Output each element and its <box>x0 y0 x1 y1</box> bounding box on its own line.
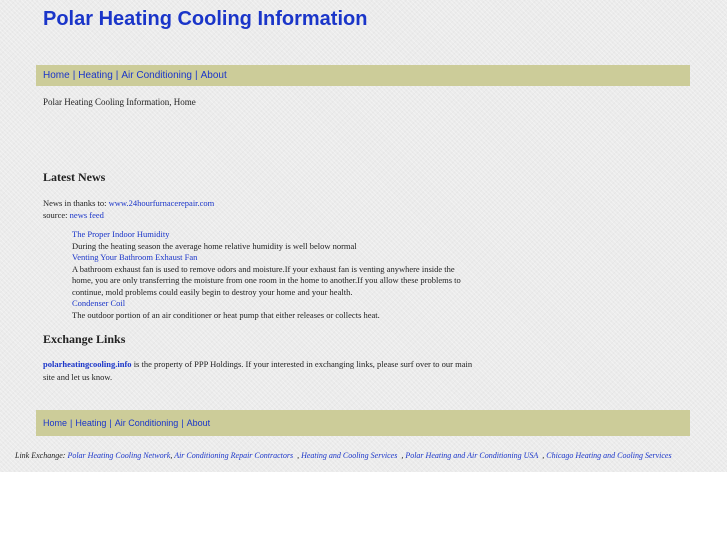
list-item: The Proper Indoor Humidity During the he… <box>72 229 472 252</box>
link-exchange-separator: , <box>293 451 302 460</box>
link-exchange-item[interactable]: Air Conditioning Repair Contractors <box>174 451 293 460</box>
news-credit: News in thanks to: www.24hourfurnacerepa… <box>43 197 214 221</box>
nav-separator: | <box>109 418 112 428</box>
page-content: Polar Heating Cooling Information Home | H… <box>0 0 727 472</box>
exchange-links-heading: Exchange Links <box>43 332 126 346</box>
bottom-nav: Home | Heating | Air Conditioning | About <box>36 410 690 436</box>
footer-nav-air-conditioning-link[interactable]: Air Conditioning <box>115 418 179 428</box>
exchange-text: polarheatingcooling.info is the property… <box>43 358 473 383</box>
nav-separator: | <box>181 418 184 428</box>
link-exchange-item[interactable]: Polar Heating and Air Conditioning USA <box>405 451 538 460</box>
latest-news-heading: Latest News <box>43 170 106 184</box>
footer-nav-home-link[interactable]: Home <box>43 418 67 428</box>
nav-separator: | <box>72 70 76 81</box>
nav-about-link[interactable]: About <box>201 70 227 81</box>
news-feed-link[interactable]: news feed <box>70 210 104 220</box>
domain-link[interactable]: polarheatingcooling.info <box>43 359 132 369</box>
nav-separator: | <box>70 418 73 428</box>
credit-prefix: News in thanks to: <box>43 198 107 208</box>
breadcrumb: Polar Heating Cooling Information, Home <box>43 97 196 107</box>
list-item: Venting Your Bathroom Exhaust Fan A bath… <box>72 252 472 298</box>
nav-air-conditioning-link[interactable]: Air Conditioning <box>121 70 192 81</box>
footer-nav-about-link[interactable]: About <box>187 418 211 428</box>
site-title[interactable]: Polar Heating Cooling Information <box>43 8 367 31</box>
nav-separator: | <box>194 70 198 81</box>
list-item: Condenser Coil The outdoor portion of an… <box>72 298 472 321</box>
link-exchange-item[interactable]: Heating and Cooling Services <box>301 451 397 460</box>
credit-link[interactable]: www.24hourfurnacerepair.com <box>109 198 215 208</box>
news-item-description: During the heating season the average ho… <box>72 240 357 251</box>
footer-nav-heating-link[interactable]: Heating <box>75 418 106 428</box>
nav-heating-link[interactable]: Heating <box>78 70 112 81</box>
news-item-title-link[interactable]: The Proper Indoor Humidity <box>72 229 472 241</box>
nav-separator: | <box>115 70 119 81</box>
news-item-title-link[interactable]: Venting Your Bathroom Exhaust Fan <box>72 252 472 264</box>
link-exchange: Link Exchange: Polar Heating Cooling Net… <box>15 451 672 460</box>
nav-home-link[interactable]: Home <box>43 70 70 81</box>
news-item-title-link[interactable]: Condenser Coil <box>72 298 472 310</box>
link-exchange-label: Link Exchange: <box>15 451 66 460</box>
top-nav: Home | Heating | Air Conditioning | About <box>36 65 690 86</box>
link-exchange-item[interactable]: Polar Heating Cooling Network <box>67 451 170 460</box>
news-item-description: The outdoor portion of an air conditione… <box>72 309 380 320</box>
news-item-description: A bathroom exhaust fan is used to remove… <box>72 263 461 297</box>
link-exchange-item[interactable]: Chicago Heating and Cooling Services <box>546 451 671 460</box>
news-list: The Proper Indoor Humidity During the he… <box>72 229 472 321</box>
source-prefix: source: <box>43 210 68 220</box>
